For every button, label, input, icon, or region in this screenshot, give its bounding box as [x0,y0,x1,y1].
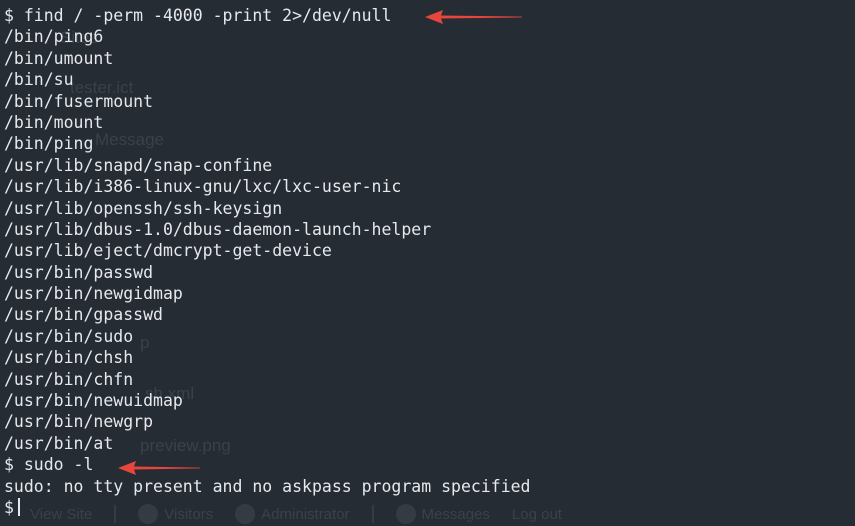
terminal-output-line: /usr/bin/gpasswd [4,305,163,325]
annotation-arrow-icon [425,10,522,24]
terminal-prompt-line[interactable]: $ [4,497,531,518]
terminal-output-line: /usr/bin/at [4,433,114,453]
terminal-window[interactable]: Sites tester.ict Message p sh.xml previe… [0,0,855,526]
terminal-output-line: /usr/bin/newuidmap [4,391,183,411]
terminal-output-line: /usr/lib/eject/dmcrypt-get-device [4,241,332,261]
terminal-output-line: /usr/lib/i386-linux-gnu/lxc/lxc-user-nic [4,177,402,197]
terminal-output-line: /bin/ping [4,134,94,154]
terminal-output-line: /usr/bin/sudo [4,326,134,346]
terminal-output-line: /usr/bin/newgidmap [4,284,183,304]
terminal-output-line: /usr/bin/newgrp [4,412,154,432]
terminal-output-line: /bin/fusermount [4,91,154,111]
terminal-output-line: sudo: no tty present and no askpass prog… [4,476,531,496]
terminal-output-line: /usr/bin/chsh [4,348,134,368]
terminal-output-line: /bin/umount [4,48,114,68]
terminal-output: $ find / -perm -4000 -print 2>/dev/null … [4,5,531,518]
terminal-output-line: /bin/mount [4,112,104,132]
annotation-arrow-shape [425,10,522,24]
terminal-output-line: /usr/lib/snapd/snap-confine [4,155,273,175]
annotation-arrow-icon [118,461,200,475]
terminal-prompt: $ [4,497,14,517]
terminal-output-line: /usr/bin/chfn [4,369,134,389]
terminal-output-line: /bin/ping6 [4,27,104,47]
terminal-output-line: /usr/lib/openssh/ssh-keysign [4,198,283,218]
terminal-output-line: /usr/lib/dbus-1.0/dbus-daemon-launch-hel… [4,219,432,239]
annotation-arrow-shape [118,461,200,475]
terminal-command-line: $ sudo -l [4,455,94,475]
text-cursor [17,497,20,516]
terminal-output-line: /usr/bin/passwd [4,262,154,282]
terminal-output-line: /bin/su [4,70,74,90]
